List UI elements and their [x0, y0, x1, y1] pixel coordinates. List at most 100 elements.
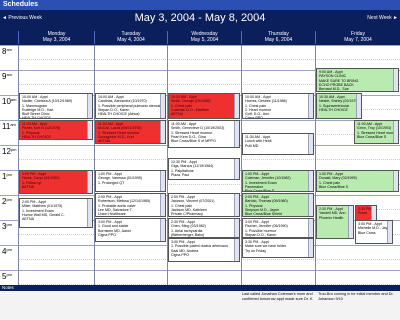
appointment-card[interactable]: 10:00 AM - Appt Cardinas, Alexandra (10/1…	[95, 93, 166, 119]
appointment-detail: AETNA	[98, 139, 110, 144]
appointment-card[interactable]: 9:00 AM - Appt PAYSON CLINIC MAKE SURE TO …	[316, 68, 399, 92]
hour-label: 10am	[2, 97, 16, 106]
day-date: May 5, 2004	[190, 37, 219, 43]
day-header-monday[interactable]: Monday May 3, 2004	[18, 31, 94, 44]
appointment-detail: HEALTH CHOICE	[319, 107, 348, 112]
appointment-detail: Cigna PPO	[245, 116, 263, 119]
hour-row[interactable]: 8am	[0, 45, 400, 70]
appointment-scrollbar[interactable]	[387, 221, 392, 243]
appointment-detail: Robertson, Melissa (12/14/1985)	[98, 199, 151, 204]
appointment-scrollbar[interactable]	[87, 199, 92, 227]
appointment-detail: Smith, Genevieve D (10/19/2003)	[171, 126, 225, 131]
appointment-card[interactable]: 1:00 PM - Appt Donald, Mary (02/1999) 1. C…	[316, 170, 399, 192]
appointment-detail: Cigna PPO	[171, 252, 189, 257]
appointment-card[interactable]: 3:30 PM - Appt Make sure we have folder Tr…	[242, 238, 314, 258]
day-date: May 4, 2004	[117, 37, 145, 43]
hour-number: 10	[2, 97, 11, 106]
appointment-card[interactable]: 2:00 PM - Appt Jackson, Vincent (07/2001)…	[168, 193, 240, 217]
appointment-scrollbar[interactable]	[234, 121, 239, 147]
day-column-divider	[315, 45, 316, 285]
appointment-scrollbar[interactable]	[308, 219, 313, 237]
appointment-detail: HEALTH CHOICE (Africa)	[98, 112, 140, 117]
appointment-detail: Blue Cross/Blue Shield	[245, 212, 282, 217]
appointment-detail: Grinn, Troy (10/1993)	[357, 126, 392, 131]
appointment-detail: Blue Cross/Blue S	[357, 134, 387, 139]
appointment-detail: HEALTH CHOICE	[22, 134, 51, 139]
appointment-detail: Nesbit, Shirley (02/1975)	[319, 99, 359, 104]
window-titlebar: Schedules	[0, 0, 400, 10]
appointment-scrollbar[interactable]	[87, 94, 92, 118]
hour-suffix: pm	[6, 222, 13, 227]
appointment-detail: AETNA	[22, 217, 34, 222]
appointment-card[interactable]: 2:00 PM - Appt Robertson, Melissa (12/14/…	[95, 193, 166, 217]
appointment-detail: Blue Cross	[358, 230, 376, 235]
appointment-detail: 1. Possible patent ductus arteriosus	[171, 244, 228, 249]
appointment-detail: Cigna PPO	[98, 232, 116, 237]
appointment-card[interactable]: 11:30 AM - Appt Lunch with Heidi Pulli MD	[242, 133, 314, 155]
appointment-scrollbar[interactable]	[87, 171, 92, 193]
next-week-button[interactable]: Next Week ►	[367, 15, 398, 21]
appointment-scrollbar[interactable]	[234, 219, 239, 237]
day-header-tuesday[interactable]: Tuesday May 4, 2004	[94, 31, 167, 44]
appointment-detail: Michelle M.D., Jay	[358, 226, 388, 231]
appointment-card[interactable]: 2:00 PM - Appt Bartolo, Thomas (09/1980) 1…	[242, 193, 314, 217]
day-header-wednesday[interactable]: Wednesday May 5, 2004	[167, 31, 241, 44]
note-text: Last called Jonathan Coleman's mom and c…	[242, 292, 313, 301]
appointment-card[interactable]: 2:30 PM - Appt Chen, Ming (03/1982) 1. Atr…	[168, 218, 240, 238]
day-column-divider	[18, 45, 19, 285]
appointment-detail: Union Healthcare	[98, 212, 126, 217]
appointment-card[interactable]: 3:00 PM - Appt 1. Good and stable Bornstei…	[95, 218, 166, 242]
appointment-detail: Pulli MD	[245, 143, 259, 148]
day-header-thursday[interactable]: Thursday May 6, 2004	[241, 31, 315, 44]
appointment-scrollbar[interactable]	[308, 134, 313, 154]
appointment-card[interactable]: 11:00 AM - Appt Grinn, Troy (10/1993) 1. S…	[354, 120, 399, 144]
appointment-scrollbar[interactable]	[308, 194, 313, 216]
appointment-scrollbar[interactable]	[393, 171, 398, 191]
appointment-scrollbar[interactable]	[234, 239, 239, 261]
day-header-friday[interactable]: Friday May 7, 2004	[315, 31, 400, 44]
hour-suffix: pm	[6, 172, 13, 177]
appointment-scrollbar[interactable]	[393, 69, 398, 91]
appointment-card[interactable]: 3:00 PM - Appt Michelle M.D., Jay Blue Cro…	[355, 220, 393, 244]
appointment-card[interactable]: 1:00 PM - Appt Harris, Caryn (04/1990) 1. …	[19, 170, 93, 194]
appointment-scrollbar[interactable]	[356, 94, 361, 118]
appointment-scrollbar[interactable]	[308, 94, 313, 118]
appointment-scrollbar[interactable]	[87, 121, 92, 139]
appointment-card[interactable]: 10:30 AM - Appt Nesbit, Shirley (02/1975)…	[316, 93, 362, 119]
day-column-divider	[241, 45, 242, 285]
hour-label: 5pm	[2, 272, 12, 281]
appointment-scrollbar[interactable]	[160, 94, 165, 118]
appointment-scrollbar[interactable]	[308, 171, 313, 191]
appointment-card[interactable]: 11:00 AM - Appt Smith, Genevieve D (10/19…	[168, 120, 240, 148]
appointment-card[interactable]: 2:00 PM - Appt Miller, Matthew (01/1975) 1…	[19, 198, 93, 228]
day-column-divider	[94, 45, 95, 285]
appointment-scrollbar[interactable]	[160, 121, 165, 143]
appointment-card[interactable]: 10:00 AM - Appt Smith, George (09/1965) 1.…	[168, 93, 240, 119]
appointment-card[interactable]: 1:00 PM - Appt George, Vanessa (01/1995) 1…	[95, 170, 166, 192]
appointment-scrollbar[interactable]	[160, 194, 165, 216]
appointment-scrollbar[interactable]	[348, 206, 353, 238]
appointment-scrollbar[interactable]	[234, 194, 239, 216]
date-range-title: May 3, 2004 - May 8, 2004	[134, 12, 266, 24]
hour-suffix: am	[6, 47, 13, 52]
appointment-card[interactable]: 2:30 PM - Appt Yandell MD, Ann Phoenix Hea…	[316, 205, 354, 239]
hour-label: 12pm	[2, 147, 16, 156]
appointment-scrollbar[interactable]	[160, 219, 165, 241]
appointment-scrollbar[interactable]	[308, 239, 313, 257]
appointment-card[interactable]: 11:00 AM - Appt McCall, Laura (09/21/1978…	[95, 120, 166, 144]
appointment-scrollbar[interactable]	[234, 94, 239, 118]
hour-label: 9am	[2, 72, 12, 81]
appointment-card[interactable]: 12:30 PM - Appt Gigs, Marcus (11/19/1984)…	[168, 158, 240, 180]
appointment-card[interactable]: 1:00 PM - Appt Coleman, Jennifer (10/1982…	[242, 170, 314, 192]
appointment-card[interactable]: 3:00 PM - Appt 1. Possible patent ductus …	[168, 238, 240, 262]
appointment-scrollbar[interactable]	[393, 121, 398, 143]
appointment-card[interactable]: 11:00 AM - Appt Fisher, Kurt B (12/1978) 1…	[19, 120, 93, 140]
appointment-scrollbar[interactable]	[160, 171, 165, 191]
appointment-detail: Blue Cross/Blue S of MPPO	[171, 139, 216, 144]
appointment-card[interactable]: 10:00 AM - Appt Nadler, Chelsea A (10/12/…	[19, 93, 93, 119]
appointment-card[interactable]: 10:00 AM - Appt Hoerss, Desiree (11/1986)…	[242, 93, 314, 119]
day-column-divider	[167, 45, 168, 285]
appointment-card[interactable]: 3:00 PM - Appt Fischer, Jennifer (06/1990…	[242, 218, 314, 238]
appointment-scrollbar[interactable]	[234, 159, 239, 179]
hour-label: 1pm	[2, 172, 12, 181]
